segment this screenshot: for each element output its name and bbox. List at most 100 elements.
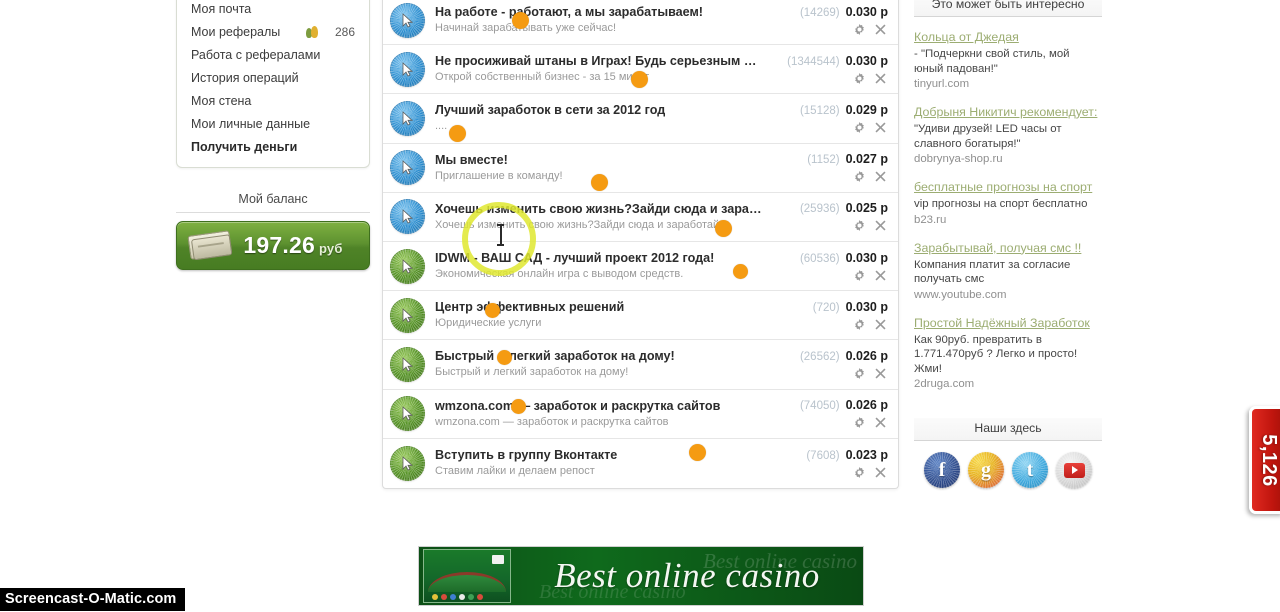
close-icon[interactable] <box>874 121 887 134</box>
close-icon[interactable] <box>874 318 887 331</box>
cursor-badge-green-icon[interactable] <box>388 295 427 335</box>
ad-row[interactable]: wmzona.com — заработок и раскрутка сайто… <box>383 390 898 439</box>
account-menu: Моя почта Мои рефералы 286 Работа с реферал… <box>176 0 370 168</box>
gear-icon[interactable] <box>853 269 866 282</box>
balance-button[interactable]: 197.26 руб <box>176 221 370 270</box>
cursor-badge-green-icon[interactable] <box>388 443 427 483</box>
ad-row[interactable]: IDWM - ВАШ САД - лучший проект 2012 года… <box>383 242 898 292</box>
ad-actions <box>768 269 888 282</box>
menu-item-1[interactable]: Мои рефералы 286 <box>177 21 369 44</box>
cursor-badge-blue-icon[interactable] <box>388 148 427 188</box>
promo-title[interactable]: Добрыня Никитич рекомендует: <box>914 105 1102 120</box>
ad-price-line: (26562) 0.026 р <box>768 349 888 363</box>
gear-icon[interactable] <box>853 170 866 183</box>
menu-item-0[interactable]: Моя почта <box>177 0 369 21</box>
close-icon[interactable] <box>874 170 887 183</box>
promo-title[interactable]: Зарабытывай, получая смс !! <box>914 241 1102 256</box>
cursor-badge-blue-icon[interactable] <box>388 98 427 138</box>
gear-icon[interactable] <box>853 219 866 232</box>
promo-title[interactable]: Кольца от Джедая <box>914 30 1102 45</box>
promo-item[interactable]: бесплатные прогнозы на спорт vip прогнозы… <box>914 180 1102 228</box>
casino-banner[interactable]: Best online casino Best online casino Be… <box>418 546 864 606</box>
ad-row[interactable]: Вступить в группу Вконтакте Ставим лайки … <box>383 439 898 488</box>
close-icon[interactable] <box>874 23 887 36</box>
gear-icon[interactable] <box>853 318 866 331</box>
ad-actions <box>768 72 888 85</box>
ad-subtitle: Юридические услуги <box>435 317 542 330</box>
menu-item-4[interactable]: Моя стена <box>177 90 369 113</box>
cursor-badge-blue-icon[interactable] <box>388 0 427 40</box>
promo-item[interactable]: Добрыня Никитич рекомендует: "Удиви друзе… <box>914 105 1102 167</box>
balance-panel: Мой баланс 197.26 руб <box>176 188 370 270</box>
ad-title[interactable]: Быстрый и легкий заработок на дому! <box>435 348 762 364</box>
ad-row[interactable]: Хочешь изменить свою жизнь?Зайди сюда и … <box>383 193 898 242</box>
facebook-icon[interactable]: f <box>922 450 962 490</box>
promo-item[interactable]: Кольца от Джедая - "Подчеркни свой стиль,… <box>914 30 1102 92</box>
ad-title[interactable]: Хочешь изменить свою жизнь?Зайди сюда и … <box>435 201 762 217</box>
ad-view-count: (15128) <box>799 104 840 117</box>
ad-view-count: (14269) <box>799 6 840 19</box>
ad-actions <box>768 170 888 183</box>
ad-price-line: (1344544) 0.030 р <box>768 54 888 68</box>
close-icon[interactable] <box>874 416 887 429</box>
ad-meta: (1344544) 0.030 р <box>768 54 888 85</box>
ad-actions <box>768 219 888 232</box>
youtube-icon[interactable] <box>1054 450 1094 490</box>
ad-title[interactable]: IDWM - ВАШ САД - лучший проект 2012 года… <box>435 250 762 266</box>
ad-price: 0.027 р <box>845 152 888 167</box>
promo-title[interactable]: бесплатные прогнозы на спорт <box>914 180 1102 195</box>
cursor-badge-blue-icon[interactable] <box>388 49 427 89</box>
ad-view-count: (7608) <box>806 449 840 462</box>
social-icons-row: fgt <box>914 441 1102 490</box>
ad-view-count: (60536) <box>799 252 840 265</box>
cursor-badge-green-icon[interactable] <box>388 394 427 434</box>
menu-item-5[interactable]: Мои личные данные <box>177 113 369 136</box>
cursor-badge-green-icon[interactable] <box>388 246 427 286</box>
money-icon <box>187 229 233 262</box>
ad-title[interactable]: На работе - работают, а мы зарабатываем! <box>435 4 762 20</box>
cursor-badge-blue-icon[interactable] <box>388 197 427 237</box>
close-icon[interactable] <box>874 72 887 85</box>
ad-actions <box>768 23 888 36</box>
google-plus-icon[interactable]: g <box>966 450 1006 490</box>
ad-title[interactable]: wmzona.com — заработок и раскрутка сайто… <box>435 398 762 414</box>
gear-icon[interactable] <box>853 466 866 479</box>
cursor-badge-green-icon[interactable] <box>388 344 427 384</box>
promo-url: b23.ru <box>914 213 947 226</box>
ad-title[interactable]: Не просиживай штаны в Играх! Будь серьез… <box>435 53 762 69</box>
close-icon[interactable] <box>874 367 887 380</box>
promo-item[interactable]: Зарабытывай, получая смс !! Компания плат… <box>914 241 1102 303</box>
promo-list: Кольца от Джедая - "Подчеркни свой стиль,… <box>914 30 1102 392</box>
gear-icon[interactable] <box>853 23 866 36</box>
twitter-icon[interactable]: t <box>1010 450 1050 490</box>
ad-title[interactable]: Вступить в группу Вконтакте <box>435 447 762 463</box>
promo-item[interactable]: Простой Надёжный Заработок Как 90руб. пре… <box>914 316 1102 393</box>
menu-item-label: Мои личные данные <box>191 117 311 131</box>
ad-title[interactable]: Лучший заработок в сети за 2012 год <box>435 102 762 118</box>
promo-title[interactable]: Простой Надёжный Заработок <box>914 316 1102 331</box>
gear-icon[interactable] <box>853 367 866 380</box>
gear-icon[interactable] <box>853 121 866 134</box>
side-counter-tab[interactable]: 5,126 <box>1249 406 1280 514</box>
gear-icon[interactable] <box>853 72 866 85</box>
ad-row[interactable]: Центр эффективных решений Юридические усл… <box>383 291 898 341</box>
close-icon[interactable] <box>874 219 887 232</box>
ad-subtitle: Ставим лайки и делаем репост <box>435 465 595 478</box>
ad-meta: (74050) 0.026 р <box>768 398 888 429</box>
ad-list: На работе - работают, а мы зарабатываем!… <box>382 0 899 489</box>
ad-view-count: (74050) <box>799 400 840 413</box>
ad-row[interactable]: На работе - работают, а мы зарабатываем!… <box>383 0 898 46</box>
gear-icon[interactable] <box>853 416 866 429</box>
ad-row[interactable]: Лучший заработок в сети за 2012 год....(… <box>383 94 898 144</box>
menu-item-6[interactable]: Получить деньги <box>177 136 369 159</box>
close-icon[interactable] <box>874 466 887 479</box>
ad-row[interactable]: Мы вместе! Приглашение в команду! (1152) 0.… <box>383 144 898 193</box>
ad-row[interactable]: Быстрый и легкий заработок на дому! Быстр… <box>383 340 898 390</box>
ad-title[interactable]: Мы вместе! <box>435 152 762 168</box>
menu-item-2[interactable]: Работа с рефералами <box>177 44 369 67</box>
ad-title[interactable]: Центр эффективных решений <box>435 299 762 315</box>
close-icon[interactable] <box>874 269 887 282</box>
menu-item-label: Работа с рефералами <box>191 48 321 62</box>
menu-item-3[interactable]: История операций <box>177 67 369 90</box>
ad-row[interactable]: Не просиживай штаны в Играх! Будь серьез… <box>383 45 898 95</box>
